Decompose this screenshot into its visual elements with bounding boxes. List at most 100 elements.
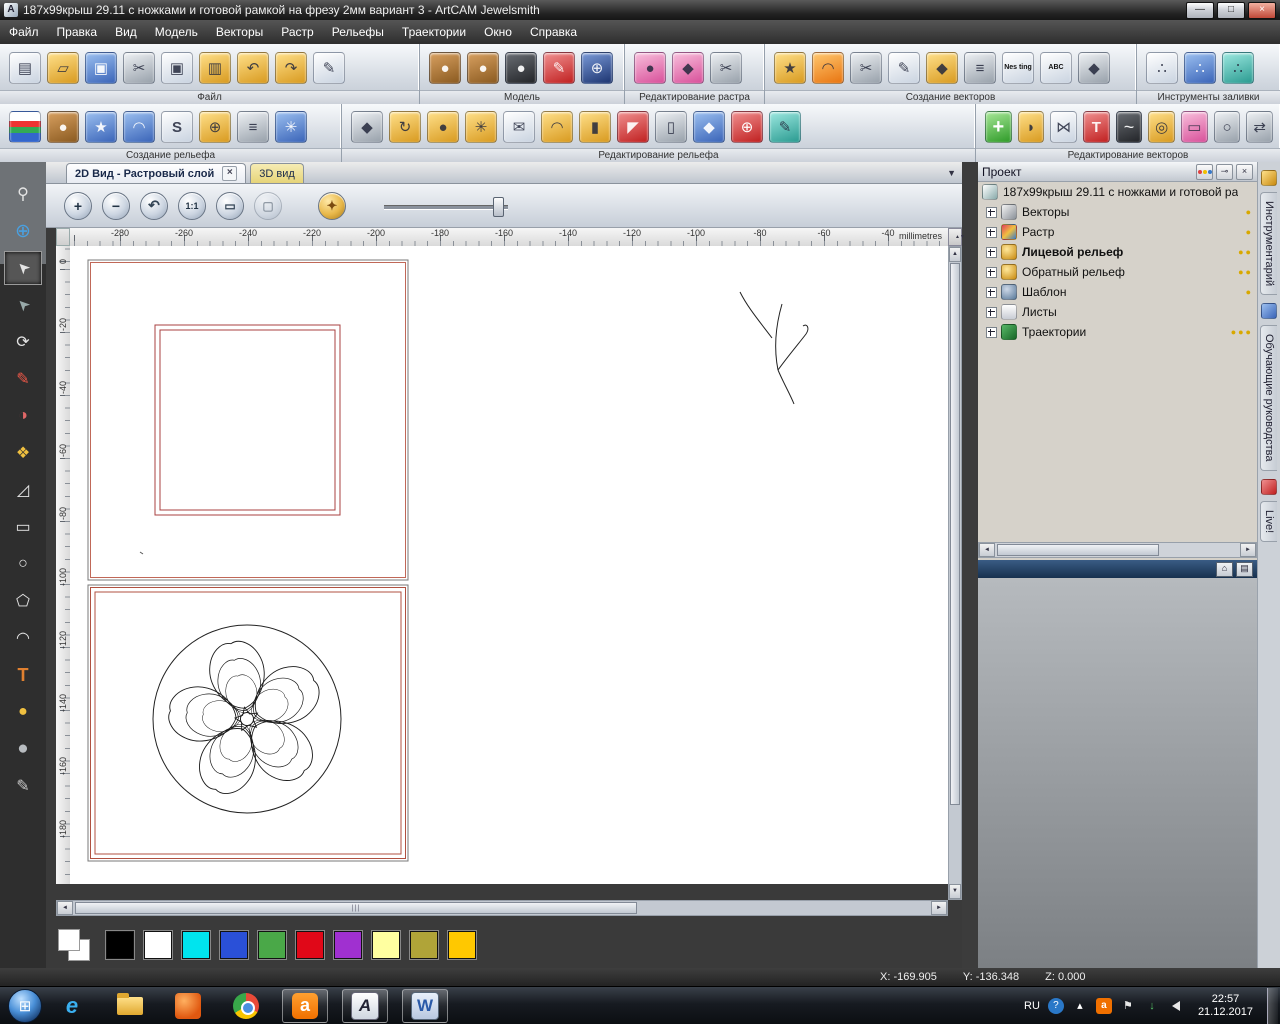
fill-beads-icon[interactable] bbox=[1184, 52, 1216, 84]
bitmap-shape-icon[interactable] bbox=[672, 52, 704, 84]
scroll-right-icon[interactable]: ► bbox=[1240, 543, 1256, 557]
add-node-icon[interactable] bbox=[985, 111, 1012, 143]
expand-icon[interactable] bbox=[986, 226, 997, 238]
rectangle-tool[interactable]: ▭ bbox=[4, 510, 42, 544]
emboss-relief-icon[interactable] bbox=[275, 111, 307, 143]
visibility-bulb-icons[interactable]: ● bbox=[1246, 207, 1253, 217]
new-model-icon[interactable] bbox=[9, 52, 41, 84]
zoom-1to1-button[interactable]: 1:1 bbox=[178, 191, 206, 220]
weave-wizard-icon[interactable] bbox=[199, 111, 231, 143]
undo-icon[interactable] bbox=[237, 52, 269, 84]
scroll-up-icon[interactable]: ▲ bbox=[949, 247, 961, 262]
wizard-star-icon[interactable] bbox=[774, 52, 806, 84]
lock-relief-icon[interactable] bbox=[579, 111, 611, 143]
smooth-relief-icon[interactable] bbox=[389, 111, 421, 143]
tree-item[interactable]: Листы bbox=[978, 302, 1257, 322]
taskbar-chrome-icon[interactable] bbox=[224, 990, 268, 1022]
zoom-out-button[interactable]: − bbox=[102, 191, 130, 220]
expand-icon[interactable] bbox=[986, 306, 997, 318]
copy-relief-icon[interactable] bbox=[693, 111, 725, 143]
zoom-tool[interactable]: ⚲ bbox=[4, 177, 42, 211]
vertical-scroll-thumb[interactable] bbox=[950, 263, 960, 805]
help-tray-icon[interactable]: ? bbox=[1047, 997, 1064, 1014]
texture-relief-icon[interactable] bbox=[85, 111, 117, 143]
frame-icon[interactable] bbox=[1181, 111, 1208, 143]
scroll-left-icon[interactable]: ◄ bbox=[979, 543, 995, 557]
expand-icon[interactable] bbox=[986, 326, 997, 338]
palette-colour[interactable] bbox=[181, 930, 211, 960]
zoom-window-button[interactable] bbox=[216, 191, 244, 220]
palette-colour[interactable] bbox=[105, 930, 135, 960]
tab-3d-view[interactable]: 3D вид bbox=[250, 163, 304, 183]
scroll-left-icon[interactable]: ◄ bbox=[57, 901, 73, 915]
expand-icon[interactable] bbox=[986, 206, 997, 218]
expand-icon[interactable] bbox=[986, 286, 997, 298]
menu-item[interactable]: Окно bbox=[475, 22, 521, 42]
polygon-tool[interactable]: ⬠ bbox=[4, 584, 42, 618]
taskbar-artcam-icon[interactable]: A bbox=[342, 988, 388, 1023]
minimize-button[interactable]: — bbox=[1186, 1, 1214, 19]
taskbar-word-icon[interactable]: W bbox=[402, 988, 448, 1023]
droplet-tool[interactable]: ● bbox=[4, 695, 42, 729]
snapshot-button[interactable] bbox=[318, 191, 346, 220]
tree-item[interactable]: Траектории ●●● bbox=[978, 322, 1257, 342]
relief-layers-icon[interactable] bbox=[237, 111, 269, 143]
maximize-button[interactable]: □ bbox=[1217, 1, 1245, 19]
palette-colour[interactable] bbox=[371, 930, 401, 960]
show-desktop-button[interactable] bbox=[1267, 987, 1278, 1024]
menu-item[interactable]: Растр bbox=[272, 22, 322, 42]
start-button[interactable]: ⊞ bbox=[8, 988, 42, 1023]
copy-icon[interactable] bbox=[161, 52, 193, 84]
taskbar-orange-app-icon[interactable] bbox=[166, 990, 210, 1022]
zoom-slider[interactable] bbox=[384, 196, 508, 217]
pan-globe-tool[interactable]: ⊕ bbox=[4, 214, 42, 248]
redo-icon[interactable] bbox=[275, 52, 307, 84]
transform-tool[interactable]: ⟳ bbox=[4, 325, 42, 359]
sculpt-knife-tool[interactable]: ✎ bbox=[4, 769, 42, 803]
show-hidden-icons[interactable]: ▴ bbox=[1072, 998, 1088, 1014]
offset-vector-icon[interactable] bbox=[926, 52, 958, 84]
trace-icon[interactable] bbox=[1213, 111, 1241, 143]
erase-relief-icon[interactable] bbox=[617, 111, 649, 143]
zoom-previous-button[interactable] bbox=[140, 191, 168, 220]
node-edit-tool[interactable]: ➤ bbox=[4, 288, 42, 322]
menu-item[interactable]: Правка bbox=[48, 22, 107, 42]
menu-item[interactable]: Траектории bbox=[393, 22, 475, 42]
revolve-icon[interactable] bbox=[1017, 111, 1045, 143]
primary-secondary-colour-swatch[interactable] bbox=[58, 929, 92, 961]
arc-tool[interactable]: ◠ bbox=[4, 621, 42, 655]
annotate-icon[interactable] bbox=[313, 52, 345, 84]
tree-item[interactable]: Обратный рельеф ●● bbox=[978, 262, 1257, 282]
model-lighting-icon[interactable] bbox=[543, 52, 575, 84]
fit-vectors-icon[interactable] bbox=[888, 52, 920, 84]
vector-knife-icon[interactable] bbox=[850, 52, 882, 84]
tree-root-item[interactable]: 187x99крыш 29.11 с ножками и готовой ра bbox=[978, 182, 1257, 202]
group-vectors-icon[interactable] bbox=[964, 52, 996, 84]
menu-item[interactable]: Вид bbox=[106, 22, 146, 42]
zoom-extents-button[interactable] bbox=[254, 191, 282, 220]
close-button[interactable]: × bbox=[1248, 1, 1276, 19]
palette-colour[interactable] bbox=[257, 930, 287, 960]
tab-toolbox[interactable]: Инструментарий bbox=[1260, 192, 1277, 296]
cut-icon[interactable] bbox=[123, 52, 155, 84]
blob-tool[interactable]: ● bbox=[4, 732, 42, 766]
select-tool[interactable]: ➤ bbox=[4, 251, 42, 285]
pillar-relief-icon[interactable] bbox=[655, 111, 687, 143]
palette-colour[interactable] bbox=[333, 930, 363, 960]
visibility-bulb-icons[interactable]: ● bbox=[1246, 287, 1253, 297]
tab-close-icon[interactable]: × bbox=[222, 166, 238, 181]
palette-colour[interactable] bbox=[409, 930, 439, 960]
paste-icon[interactable] bbox=[199, 52, 231, 84]
zoom-in-button[interactable]: + bbox=[64, 191, 92, 220]
bitmap-scissors-icon[interactable] bbox=[710, 52, 742, 84]
tab-list-dropdown-icon[interactable]: ▼ bbox=[947, 168, 956, 178]
visibility-bulb-icons[interactable]: ●● bbox=[1238, 267, 1253, 277]
tab-2d-view[interactable]: 2D Вид - Растровый слой × bbox=[66, 163, 247, 183]
drawing-canvas[interactable] bbox=[70, 246, 948, 884]
ellipse-tool[interactable]: ○ bbox=[4, 547, 42, 581]
slice-model-icon[interactable] bbox=[1078, 52, 1110, 84]
vector-text-icon[interactable]: ABC bbox=[1040, 52, 1072, 84]
shape-editor-icon[interactable] bbox=[9, 111, 41, 143]
home-icon[interactable]: ⌂ bbox=[1216, 561, 1233, 577]
palette-colour[interactable] bbox=[295, 930, 325, 960]
